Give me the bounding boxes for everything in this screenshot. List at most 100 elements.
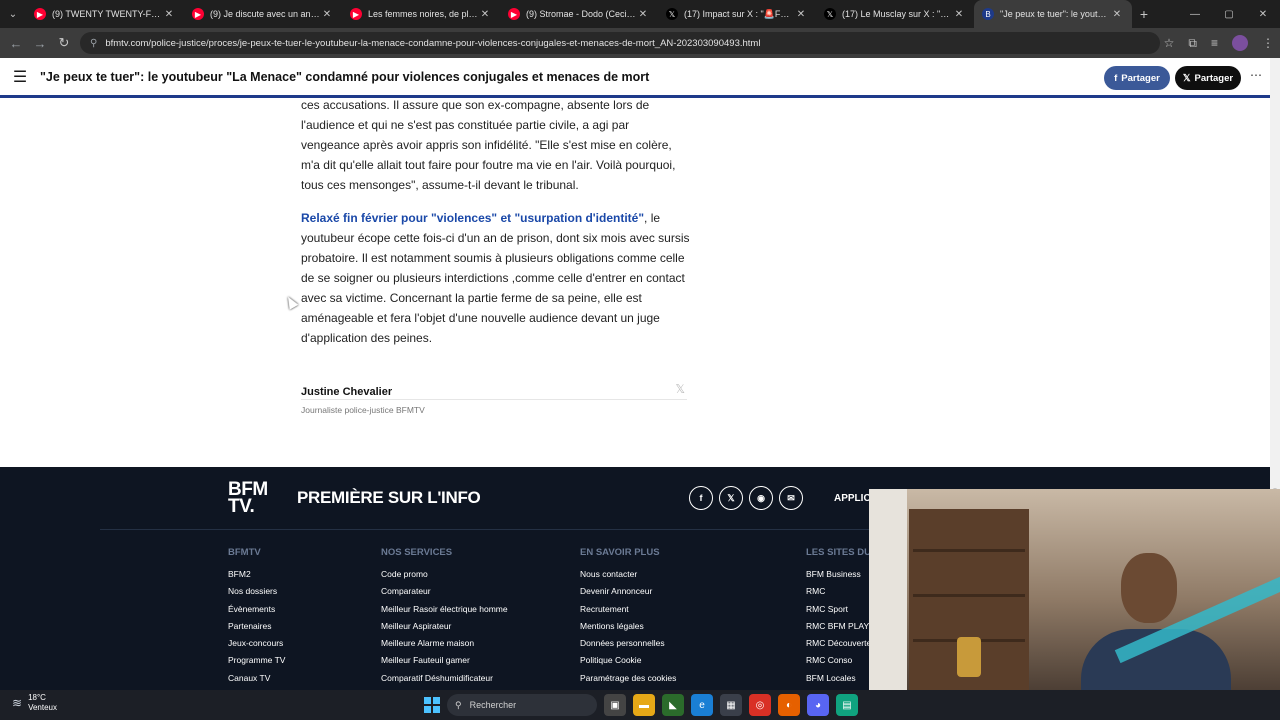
close-icon[interactable]: ✕ <box>1110 9 1124 20</box>
close-icon[interactable]: ✕ <box>952 9 966 20</box>
rss-icon[interactable]: ◉ <box>749 486 773 510</box>
toolbar-actions: ☆ ⧉ ≡ ⋮ <box>1164 28 1274 58</box>
footer-column-bfmtv: BFMTV BFM2 Nos dossiers Évènements Parte… <box>228 547 285 687</box>
footer-link[interactable]: Meilleur Rasoir électrique homme <box>381 601 508 618</box>
youtube-icon: ▶ <box>350 8 362 20</box>
footer-link[interactable]: Devenir Annonceur <box>580 583 676 600</box>
app-icon[interactable]: ▤ <box>836 694 858 716</box>
footer-link[interactable]: Mentions légales <box>580 618 676 635</box>
footer-link[interactable]: Comparatif Déshumidificateur <box>381 670 508 687</box>
address-bar[interactable]: ⚲ bfmtv.com/police-justice/proces/je-peu… <box>80 32 1160 54</box>
author-name[interactable]: Justine Chevalier <box>301 386 392 398</box>
footer-link[interactable]: BFM2 <box>228 566 285 583</box>
more-options-icon[interactable]: ⋯ <box>1250 68 1262 82</box>
menu-kebab-icon[interactable]: ⋮ <box>1262 36 1274 50</box>
footer-link[interactable]: Meilleur Aspirateur <box>381 618 508 635</box>
article-paragraph: Relaxé fin février pour "violences" et "… <box>301 208 691 348</box>
footer-link[interactable]: Meilleure Alarme maison <box>381 635 508 652</box>
tab-2[interactable]: ▶ (9) Je discute avec un ancien de ✕ <box>184 0 342 28</box>
store-icon[interactable]: ▦ <box>720 694 742 716</box>
discord-icon[interactable]: ◕ <box>807 694 829 716</box>
shelf-row <box>913 594 1025 597</box>
hamburger-menu-icon[interactable]: ☰ <box>0 67 40 87</box>
footer-link[interactable]: Nos dossiers <box>228 583 285 600</box>
youtube-icon: ▶ <box>34 8 46 20</box>
footer-link[interactable]: Nous contacter <box>580 566 676 583</box>
task-view-icon[interactable]: ▣ <box>604 694 626 716</box>
footer-link[interactable]: Données personnelles <box>580 635 676 652</box>
tab-3[interactable]: ▶ Les femmes noires, de plus en ✕ <box>342 0 500 28</box>
footer-tagline: PREMIÈRE SUR L'INFO <box>297 488 481 507</box>
taskbar-search[interactable]: ⚲ Rechercher <box>447 694 597 716</box>
extensions-icon[interactable]: ⧉ <box>1188 36 1197 51</box>
footer-link[interactable]: Recrutement <box>580 601 676 618</box>
site-info-icon[interactable]: ⚲ <box>90 38 97 49</box>
footer-column-heading: EN SAVOIR PLUS <box>580 547 660 558</box>
tab-strip: ⌄ ▶ (9) TWENTY TWENTY-FIVE ⭐ ✕ ▶ (9) Je … <box>0 0 1280 28</box>
site-header: ☰ "Je peux te tuer": le youtubeur "La Me… <box>0 58 1270 98</box>
tab-title: "Je peux te tuer": le youtubeur <box>1000 9 1110 19</box>
new-tab-icon[interactable]: + <box>1132 6 1156 22</box>
tab-title: (17) Le Musclay sur X : "Kettleb <box>842 9 952 19</box>
back-icon[interactable]: ← <box>4 36 28 51</box>
weather-widget[interactable]: ≋ 18°C Venteux <box>12 693 57 713</box>
logo-line-2: TV. <box>228 496 255 517</box>
footer-link[interactable]: Code promo <box>381 566 508 583</box>
youtube-icon: ▶ <box>192 8 204 20</box>
close-window-icon[interactable]: ✕ <box>1246 0 1280 28</box>
windows-taskbar: ≋ 18°C Venteux ⚲ Rechercher ▣ ▬ ◣ e ▦ ◎ … <box>0 690 1280 720</box>
tab-search-icon[interactable]: ⌄ <box>0 0 26 28</box>
forward-icon[interactable]: → <box>28 36 52 51</box>
minimize-icon[interactable]: — <box>1178 0 1212 28</box>
header-article-title: "Je peux te tuer": le youtubeur "La Mena… <box>40 69 650 84</box>
share-x-button[interactable]: 𝕏 Partager <box>1175 66 1241 90</box>
tab-active[interactable]: B "Je peux te tuer": le youtubeur ✕ <box>974 0 1132 28</box>
footer-link[interactable]: Canaux TV <box>228 670 285 687</box>
bookmark-star-icon[interactable]: ☆ <box>1164 36 1175 50</box>
footer-link[interactable]: Meilleur Fauteuil gamer <box>381 652 508 669</box>
tab-6[interactable]: 𝕏 (17) Le Musclay sur X : "Kettleb ✕ <box>816 0 974 28</box>
tab-1[interactable]: ▶ (9) TWENTY TWENTY-FIVE ⭐ ✕ <box>26 0 184 28</box>
footer-link[interactable]: Jeux-concours <box>228 635 285 652</box>
browser-toolbar: ← → ↻ ⚲ bfmtv.com/police-justice/proces/… <box>0 28 1280 58</box>
windows-start-icon[interactable] <box>424 697 440 713</box>
file-explorer-icon[interactable]: ▬ <box>633 694 655 716</box>
bfmtv-logo[interactable]: BFM TV. <box>228 480 268 517</box>
nvidia-icon[interactable]: ◣ <box>662 694 684 716</box>
media-controls-icon[interactable]: ≡ <box>1211 36 1218 50</box>
tab-5[interactable]: 𝕏 (17) Impact sur X : "🚨FR🔴🚫 ✕ <box>658 0 816 28</box>
share-facebook-button[interactable]: f Partager <box>1104 66 1170 90</box>
taskbar-apps: ⚲ Rechercher ▣ ▬ ◣ e ▦ ◎ ◐ ◕ ▤ <box>424 693 858 717</box>
author-x-icon[interactable]: 𝕏 <box>675 382 685 396</box>
close-icon[interactable]: ✕ <box>162 9 176 20</box>
search-icon: ⚲ <box>455 699 462 710</box>
close-icon[interactable]: ✕ <box>478 9 492 20</box>
edge-icon[interactable]: e <box>691 694 713 716</box>
article-link[interactable]: Relaxé fin février pour "violences" et "… <box>301 211 644 225</box>
maximize-icon[interactable]: ▢ <box>1212 0 1246 28</box>
reload-icon[interactable]: ↻ <box>52 35 76 51</box>
tab-title: (9) Je discute avec un ancien de <box>210 9 320 19</box>
mail-icon[interactable]: ✉ <box>779 486 803 510</box>
footer-link[interactable]: Programme TV <box>228 652 285 669</box>
footer-column-heading: BFMTV <box>228 547 261 558</box>
footer-link[interactable]: Évènements <box>228 601 285 618</box>
profile-avatar[interactable] <box>1232 35 1248 51</box>
footer-link[interactable]: Paramétrage des cookies <box>580 670 676 687</box>
close-icon[interactable]: ✕ <box>794 9 808 20</box>
close-icon[interactable]: ✕ <box>636 9 650 20</box>
article-body: ces accusations. Il assure que son ex-co… <box>301 95 691 361</box>
facebook-icon[interactable]: f <box>689 486 713 510</box>
x-icon[interactable]: 𝕏 <box>719 486 743 510</box>
footer-link[interactable]: Comparateur <box>381 583 508 600</box>
tab-title: (9) TWENTY TWENTY-FIVE ⭐ <box>52 8 162 19</box>
footer-link[interactable]: Politique Cookie <box>580 652 676 669</box>
footer-link[interactable]: Partenaires <box>228 618 285 635</box>
url-text: bfmtv.com/police-justice/proces/je-peux-… <box>105 37 761 49</box>
close-icon[interactable]: ✕ <box>320 9 334 20</box>
tab-4[interactable]: ▶ (9) Stromae - Dodo (Ceci n'est ✕ <box>500 0 658 28</box>
firefox-icon[interactable]: ◐ <box>778 694 800 716</box>
chrome-icon[interactable]: ◎ <box>749 694 771 716</box>
shelf-row <box>913 549 1025 552</box>
author-role: Journaliste police-justice BFMTV <box>301 405 425 415</box>
